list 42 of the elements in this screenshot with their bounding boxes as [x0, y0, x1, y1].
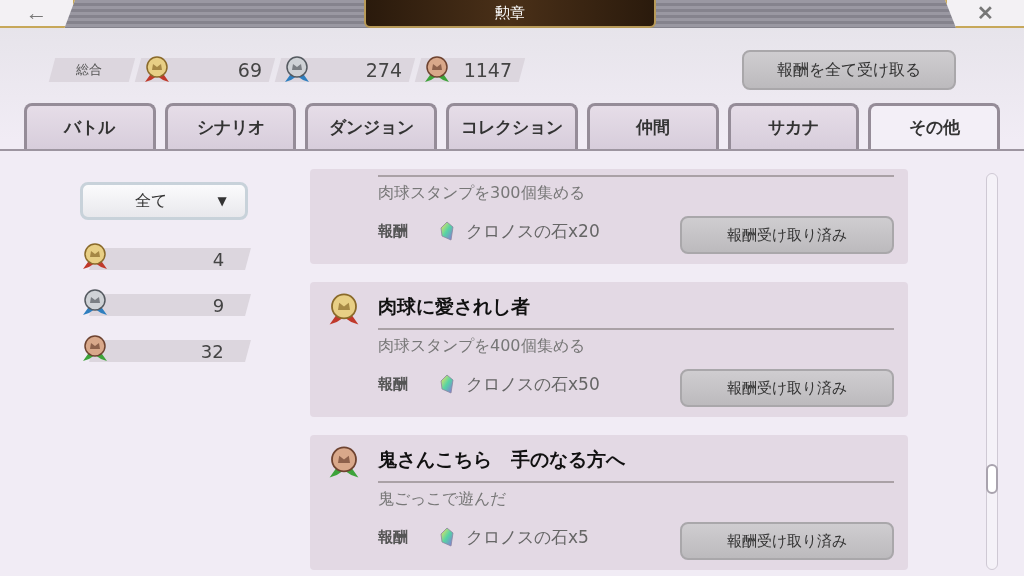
- crystal-icon: [440, 527, 454, 547]
- filter-dropdown[interactable]: 全て ▼: [80, 182, 248, 220]
- achievement-title: 肉球に愛されし者: [378, 288, 894, 330]
- scrollbar[interactable]: [986, 173, 998, 570]
- category-tab[interactable]: 仲間: [586, 103, 719, 149]
- medal-icon: [422, 55, 452, 85]
- achievement-description: 肉球スタンプを400個集める: [378, 335, 586, 357]
- medal-count: 69: [237, 59, 262, 81]
- reward-label: 報酬: [378, 374, 409, 394]
- medal-count: 1147: [463, 59, 512, 81]
- category-tab[interactable]: ダンジョン: [305, 103, 438, 149]
- medal-count: 9: [212, 294, 224, 316]
- medal-count: 4: [212, 248, 224, 270]
- reward-claimed-button[interactable]: 報酬受け取り済み: [680, 369, 894, 407]
- reward-text: クロノスの石x5: [466, 525, 589, 549]
- medal-icon: [142, 55, 172, 85]
- close-button[interactable]: ✕: [945, 0, 1024, 28]
- reward-text: クロノスの石x20: [466, 219, 600, 243]
- category-tab[interactable]: サカナ: [727, 103, 860, 149]
- reward-text: クロノスの石x50: [466, 372, 600, 396]
- medal-count: 32: [201, 340, 224, 362]
- claim-all-button[interactable]: 報酬を全て受け取る: [742, 50, 956, 90]
- crystal-icon: [440, 221, 454, 241]
- category-tab[interactable]: コレクション: [446, 103, 578, 149]
- category-tab[interactable]: バトル: [24, 103, 156, 149]
- achievement-description: 鬼ごっこで遊んだ: [378, 488, 507, 510]
- caret-icon: ▼: [217, 194, 227, 208]
- total-label: 総合: [76, 61, 102, 79]
- category-tab[interactable]: その他: [868, 103, 1001, 149]
- reward-claimed-button[interactable]: 報酬受け取り済み: [680, 522, 894, 560]
- scroll-thumb[interactable]: [986, 464, 998, 494]
- back-button[interactable]: ←: [0, 0, 75, 28]
- category-tab[interactable]: シナリオ: [164, 103, 297, 149]
- screen-title: 勲章: [364, 0, 656, 28]
- medal-count: 274: [365, 59, 402, 81]
- medal-icon: [282, 55, 312, 85]
- reward-claimed-button[interactable]: 報酬受け取り済み: [680, 216, 894, 254]
- achievement-description: 肉球スタンプを300個集める: [378, 182, 586, 204]
- crystal-icon: [440, 374, 454, 394]
- achievement-title: 鬼さんこちら 手のなる方へ: [378, 441, 894, 483]
- reward-label: 報酬: [378, 527, 409, 547]
- reward-label: 報酬: [378, 221, 409, 241]
